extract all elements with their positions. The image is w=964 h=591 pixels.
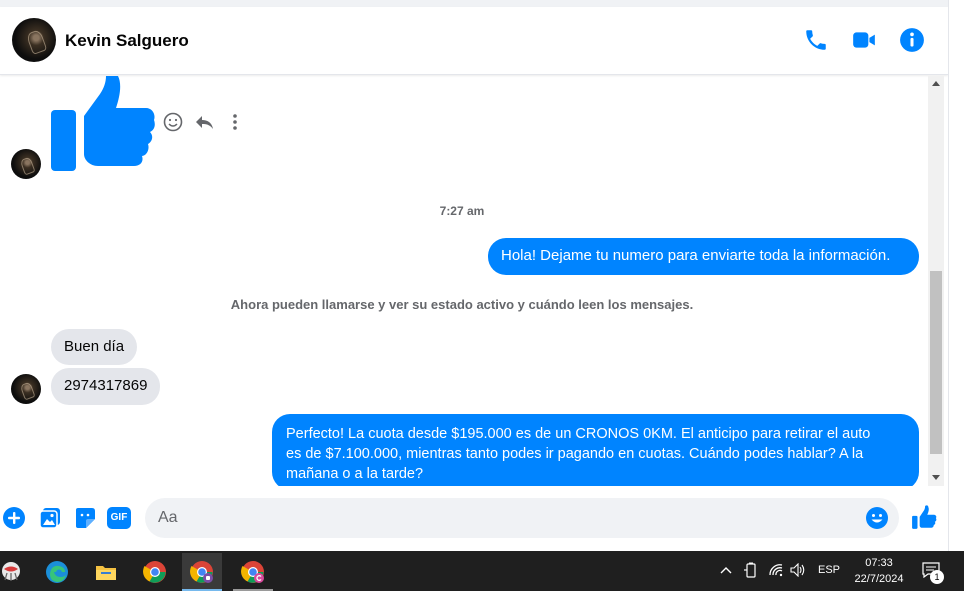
message-input-placeholder: Aa	[158, 509, 178, 526]
large-like-sticker	[51, 76, 155, 171]
chat-scrollbar[interactable]	[928, 76, 944, 486]
more-icon[interactable]	[224, 111, 246, 133]
taskbar-chrome-profile[interactable]	[182, 553, 222, 591]
message-avatar	[11, 149, 41, 179]
outgoing-message[interactable]: Hola! Dejame tu numero para enviarte tod…	[488, 238, 919, 275]
chrome-profile-c-icon	[241, 561, 264, 583]
gif-icon[interactable]: GIF	[107, 507, 131, 529]
like-icon[interactable]	[911, 505, 937, 531]
info-icon[interactable]	[899, 27, 925, 53]
scroll-up-arrow-icon[interactable]	[932, 81, 940, 86]
taskbar-edge[interactable]	[37, 553, 77, 591]
battery-icon[interactable]	[744, 562, 758, 578]
window-right-edge	[948, 0, 964, 551]
start-button[interactable]	[0, 553, 28, 591]
speaker-icon[interactable]	[790, 563, 806, 577]
windows-taskbar: ESP 07:33 22/7/2024 1	[0, 551, 964, 591]
file-explorer-icon	[96, 566, 116, 580]
chevron-up-icon[interactable]	[720, 565, 732, 575]
system-clock[interactable]: 07:33 22/7/2024	[848, 555, 910, 587]
plus-icon[interactable]	[2, 506, 26, 530]
phone-icon[interactable]	[803, 27, 829, 53]
message-line: mañana o a la tarde?	[286, 466, 424, 482]
contact-name[interactable]: Kevin Salguero	[65, 31, 189, 51]
message-timestamp: 7:27 am	[439, 204, 485, 218]
chrome-profile-icon	[190, 561, 213, 583]
message-input[interactable]: Aa	[145, 498, 899, 538]
start-icon	[2, 562, 20, 581]
taskbar-chrome-profile-c[interactable]	[233, 553, 273, 591]
taskbar-chrome[interactable]	[135, 553, 175, 591]
taskbar-file-explorer[interactable]	[86, 553, 126, 591]
top-strip	[0, 0, 948, 7]
system-notice: Ahora pueden llamarse y ver su estado ac…	[230, 297, 694, 312]
contact-avatar[interactable]	[12, 18, 56, 62]
edge-icon	[46, 561, 68, 583]
reply-icon[interactable]	[193, 111, 215, 133]
scroll-down-arrow-icon[interactable]	[932, 475, 940, 480]
clock-time: 07:33	[865, 557, 893, 569]
message-line: Perfecto! La cuota desde $195.000 es de …	[286, 426, 871, 442]
clock-date: 22/7/2024	[854, 573, 904, 585]
chat-header: Kevin Salguero	[0, 7, 948, 75]
video-camera-icon[interactable]	[851, 27, 877, 53]
incoming-message[interactable]: 2974317869	[51, 368, 161, 405]
incoming-message[interactable]: Buen día	[51, 329, 138, 365]
sticker-icon[interactable]	[73, 506, 97, 530]
wifi-icon[interactable]	[768, 563, 784, 577]
message-composer: GIF Aa	[0, 486, 948, 551]
emoji-icon[interactable]	[865, 506, 889, 530]
message-avatar	[11, 374, 41, 404]
chrome-icon	[143, 561, 166, 583]
input-language[interactable]: ESP	[818, 564, 840, 576]
messenger-window: Kevin Salguero 7:27 am Hola! Dejame tu n…	[0, 0, 964, 551]
image-icon[interactable]	[38, 506, 62, 530]
notification-count-badge: 1	[930, 570, 944, 584]
scroll-thumb[interactable]	[930, 271, 942, 454]
message-list[interactable]: 7:27 am Hola! Dejame tu numero para envi…	[0, 76, 928, 486]
emoji-icon[interactable]	[162, 111, 184, 133]
message-line: es de $7.100.000, mientras tanto podes i…	[286, 446, 864, 462]
outgoing-message[interactable]: Perfecto! La cuota desde $195.000 es de …	[272, 414, 919, 486]
